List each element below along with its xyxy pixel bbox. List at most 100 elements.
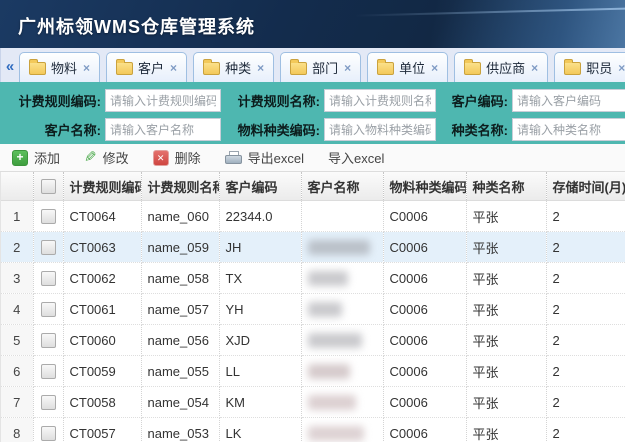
customer-code-cell: LL bbox=[219, 356, 301, 387]
category-name-cell: 平张 bbox=[466, 418, 546, 442]
add-button[interactable]: + 添加 bbox=[12, 148, 60, 167]
tab-bar: « 物料×客户×种类×部门×单位×供应商×职员×仓库× bbox=[0, 48, 625, 82]
storage-time-cell: 2 bbox=[546, 356, 625, 387]
tab-种类[interactable]: 种类 × bbox=[193, 52, 274, 82]
material-category-code-cell: C0006 bbox=[383, 263, 466, 294]
tab-单位[interactable]: 单位× bbox=[367, 52, 448, 82]
billing-rule-code-cell: CT0057 bbox=[63, 418, 141, 442]
category-name-input[interactable] bbox=[512, 118, 625, 141]
row-checkbox-cell bbox=[33, 232, 63, 263]
material-category-code-cell: C0006 bbox=[383, 418, 466, 442]
table-row[interactable]: 7CT0058name_054KMC0006平张2 bbox=[1, 387, 625, 418]
tab-close-icon[interactable]: × bbox=[344, 61, 351, 75]
search-row-1: 计费规则编码: 计费规则名称: 客户编码: bbox=[4, 89, 621, 112]
delete-button[interactable]: ✕ 删除 bbox=[153, 148, 201, 167]
tab-close-icon[interactable]: × bbox=[431, 61, 438, 75]
billing-rule-code-input[interactable] bbox=[105, 89, 221, 112]
import-excel-button[interactable]: 导入excel bbox=[328, 148, 384, 167]
col-billing-rule-code[interactable]: 计费规则编码 bbox=[63, 172, 141, 201]
row-number-cell: 4 bbox=[1, 294, 33, 325]
row-checkbox[interactable] bbox=[41, 364, 56, 379]
add-icon: + bbox=[12, 150, 28, 166]
billing-rule-name-cell: name_057 bbox=[141, 294, 219, 325]
row-number-cell: 3 bbox=[1, 263, 33, 294]
edit-button[interactable]: ✎ 修改 bbox=[84, 148, 129, 167]
tab-label: 种类 bbox=[225, 58, 251, 77]
row-checkbox-cell bbox=[33, 263, 63, 294]
row-checkbox[interactable] bbox=[41, 395, 56, 410]
storage-time-cell: 2 bbox=[546, 263, 625, 294]
billing-rule-name-input[interactable] bbox=[324, 89, 436, 112]
row-number-cell: 1 bbox=[1, 201, 33, 232]
folder-icon bbox=[290, 62, 307, 75]
data-grid: 计费规则编码 计费规则名称 客户编码 客户名称 物料种类编码 种类名称 存储时间… bbox=[0, 172, 625, 442]
storage-time-cell: 2 bbox=[546, 387, 625, 418]
category-name-cell: 平张 bbox=[466, 387, 546, 418]
customer-name-input[interactable] bbox=[105, 118, 221, 141]
tab-物料[interactable]: 物料 × bbox=[19, 52, 100, 82]
row-checkbox[interactable] bbox=[41, 209, 56, 224]
tab-close-icon[interactable]: × bbox=[531, 61, 538, 75]
col-storage-time[interactable]: 存储时间(月) bbox=[546, 172, 625, 201]
tab-label: 物料 bbox=[51, 58, 77, 77]
billing-rule-code-cell: CT0060 bbox=[63, 325, 141, 356]
table-row[interactable]: 5CT0060name_056XJDC0006平张2 bbox=[1, 325, 625, 356]
tab-客户[interactable]: 客户× bbox=[106, 52, 187, 82]
col-billing-rule-name[interactable]: 计费规则名称 bbox=[141, 172, 219, 201]
row-number-cell: 6 bbox=[1, 356, 33, 387]
redacted-blur bbox=[308, 426, 364, 441]
row-number-header bbox=[1, 172, 33, 201]
tab-close-icon[interactable]: × bbox=[83, 61, 90, 75]
collapse-tabs-icon[interactable]: « bbox=[1, 52, 19, 82]
customer-code-cell: TX bbox=[219, 263, 301, 294]
storage-time-cell: 2 bbox=[546, 418, 625, 442]
table-row[interactable]: 2CT0063name_059JHC0006平张2 bbox=[1, 232, 625, 263]
row-checkbox[interactable] bbox=[41, 333, 56, 348]
table-row[interactable]: 3CT0062name_058TXC0006平张2 bbox=[1, 263, 625, 294]
tab-close-icon[interactable]: × bbox=[170, 61, 177, 75]
folder-icon bbox=[116, 62, 133, 75]
col-material-category-code[interactable]: 物料种类编码 bbox=[383, 172, 466, 201]
row-checkbox[interactable] bbox=[41, 302, 56, 317]
redacted-blur bbox=[308, 240, 370, 255]
row-number-cell: 7 bbox=[1, 387, 33, 418]
row-checkbox[interactable] bbox=[41, 271, 56, 286]
grid-toolbar: + 添加 ✎ 修改 ✕ 删除 导出excel 导入excel bbox=[0, 144, 625, 172]
col-category-name[interactable]: 种类名称 bbox=[466, 172, 546, 201]
grid-body: 1CT0064name_06022344.0C0006平张22CT0063nam… bbox=[1, 201, 625, 442]
table-row[interactable]: 6CT0059name_055LLC0006平张2 bbox=[1, 356, 625, 387]
pencil-icon: ✎ bbox=[84, 151, 97, 165]
tab-close-icon[interactable]: × bbox=[618, 61, 625, 75]
row-checkbox-cell bbox=[33, 294, 63, 325]
tab-部门[interactable]: 部门× bbox=[280, 52, 361, 82]
tab-供应商[interactable]: 供应商× bbox=[454, 52, 548, 82]
field-billing-rule-code: 计费规则编码: bbox=[4, 89, 221, 112]
storage-time-cell: 2 bbox=[546, 201, 625, 232]
row-checkbox[interactable] bbox=[41, 426, 56, 441]
search-row-2: 客户名称: 物料种类编码: 种类名称: bbox=[4, 118, 621, 141]
table-row[interactable]: 8CT0057name_053LKC0006平张2 bbox=[1, 418, 625, 442]
row-checkbox[interactable] bbox=[41, 240, 56, 255]
material-category-code-input[interactable] bbox=[324, 118, 436, 141]
field-billing-rule-name: 计费规则名称: bbox=[221, 89, 436, 112]
customer-code-input[interactable] bbox=[512, 89, 625, 112]
table-row[interactable]: 4CT0061name_057YHC0006平张2 bbox=[1, 294, 625, 325]
customer-code-cell: XJD bbox=[219, 325, 301, 356]
wms-app-window: 广州标领WMS仓库管理系统 « 物料×客户×种类×部门×单位×供应商×职员×仓库… bbox=[0, 0, 625, 442]
redacted-blur bbox=[308, 271, 348, 286]
customer-name-cell bbox=[301, 232, 383, 263]
material-category-code-cell: C0006 bbox=[383, 232, 466, 263]
billing-rule-code-cell: CT0058 bbox=[63, 387, 141, 418]
folder-icon bbox=[377, 62, 394, 75]
search-panel: 计费规则编码: 计费规则名称: 客户编码: 客户名称: 物料种类编码: bbox=[0, 82, 625, 144]
customer-name-cell bbox=[301, 356, 383, 387]
billing-rule-name-cell: name_054 bbox=[141, 387, 219, 418]
select-all-checkbox[interactable] bbox=[41, 179, 56, 194]
tab-close-icon[interactable]: × bbox=[257, 61, 264, 75]
tab-职员[interactable]: 职员× bbox=[554, 52, 625, 82]
col-customer-code[interactable]: 客户编码 bbox=[219, 172, 301, 201]
export-excel-button[interactable]: 导出excel bbox=[225, 148, 304, 167]
col-customer-name[interactable]: 客户名称 bbox=[301, 172, 383, 201]
table-row[interactable]: 1CT0064name_06022344.0C0006平张2 bbox=[1, 201, 625, 232]
folder-icon bbox=[564, 62, 581, 75]
